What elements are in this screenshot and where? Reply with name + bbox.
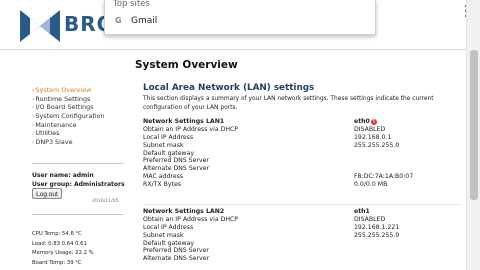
page-title: System Overview [135, 59, 238, 71]
table-row: Default gateway [143, 239, 195, 247]
section-title: Local Area Network (LAN) settings [143, 83, 315, 93]
address-bar-suggestions: Top sites G Gmail [104, 0, 376, 35]
lan-title: Network Settings LAN1 [143, 118, 225, 125]
board-temp: Board Temp: 39 °C [32, 259, 82, 266]
suggestion-label: Gmail [131, 16, 158, 26]
table-row: Local IP Address 192.168.1.221 [143, 223, 400, 231]
table-row: Local IP Address 192.168.0.1 [143, 133, 392, 141]
table-row: Subnet mask 255.255.255.0 [143, 141, 400, 149]
scrollbar-thumb[interactable] [470, 50, 478, 200]
table-row: Preferred DNS Server [143, 247, 209, 255]
table-row: RX/TX Bytes 0.0/0.0 MB [143, 181, 388, 189]
suggestions-heading: Top sites [113, 0, 150, 9]
sidebar-item-system-overview[interactable]: ›System Overview [32, 86, 122, 95]
build-date: 2016/11/05 [92, 199, 119, 204]
sidebar-item-system-configuration[interactable]: ›System Configuration [32, 112, 122, 121]
section-description: This section displays a summary of your … [143, 96, 434, 111]
cpu-temp: CPU Temp: 54.6 °C [32, 231, 82, 237]
sidebar-item-maintenance[interactable]: ›Maintenance [32, 121, 122, 130]
page-scrollbar[interactable] [466, 0, 480, 270]
table-row: Default gateway [143, 149, 195, 157]
table-row: Obtain an IP Address via DHCP DISABLED [143, 215, 386, 223]
sidebar-item-runtime-settings[interactable]: ›Runtime Settings [32, 95, 122, 104]
table-row: MAC address F8:DC:7A:1A:B0:07 [143, 173, 414, 181]
section-divider [143, 204, 461, 205]
sidebar-item-io-board-settings[interactable]: ›I/O Board Settings [32, 103, 122, 112]
table-row: Obtain an IP Address via DHCP DISABLED [143, 125, 386, 133]
lan-header-row: Network Settings LAN1 eth0 ! [143, 118, 463, 126]
network-settings-lan2: Network Settings LAN2 eth1 Obtain an IP … [143, 208, 463, 263]
user-name: User name: admin [32, 172, 94, 179]
sidebar-nav: ›System Overview ›Runtime Settings ›I/O … [32, 86, 122, 147]
load-average: Load: 0.83 0.64 0.61 [32, 240, 87, 247]
sidebar-divider [32, 214, 124, 215]
sidebar-item-utilities[interactable]: ›Utilities [32, 129, 122, 138]
table-row: Alternate DNS Server [143, 255, 210, 263]
table-row: Subnet mask 255.255.255.0 [143, 231, 400, 239]
table-row: Alternate DNS Server [143, 165, 210, 173]
alert-icon: ! [371, 119, 377, 125]
system-stats: CPU Temp: 54.6 °C Load: 0.83 0.64 0.61 M… [32, 230, 124, 268]
lan-interface: eth1 [354, 208, 370, 215]
user-info: User name: admin User group: Administrat… [32, 171, 125, 189]
memory-usage: Memory Usage: 22.2 % [32, 250, 94, 256]
logout-button[interactable]: Log out [32, 188, 62, 199]
network-settings-lan1: Network Settings LAN1 eth0 ! Obtain an I… [143, 118, 463, 189]
sidebar-item-dnp3-slave[interactable]: ›DNP3 Slave [32, 138, 122, 147]
table-row: Preferred DNS Server [143, 157, 209, 165]
lan-title: Network Settings LAN2 [143, 208, 225, 215]
lan-interface: eth0 [354, 118, 370, 125]
sidebar-divider [32, 163, 124, 164]
suggestion-item-gmail[interactable]: G Gmail [105, 14, 375, 30]
google-icon: G [115, 16, 122, 25]
lan-header-row: Network Settings LAN2 eth1 [143, 208, 463, 216]
header-divider [0, 49, 466, 50]
